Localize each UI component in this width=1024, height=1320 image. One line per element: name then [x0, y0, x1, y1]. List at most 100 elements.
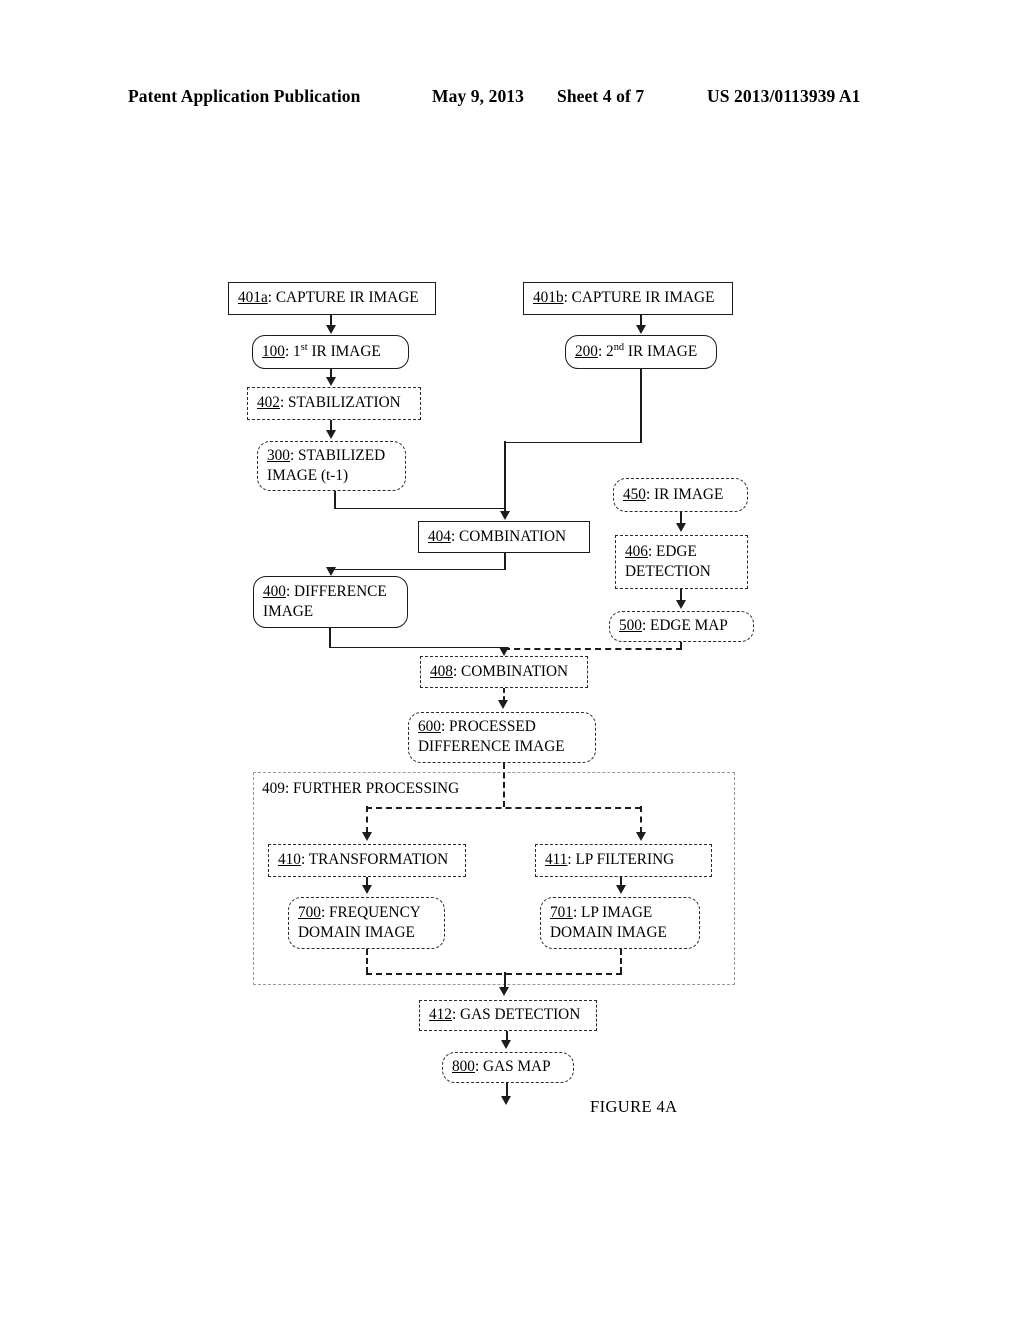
arrowhead-409-to-410	[362, 832, 372, 841]
node-701-lp-image-domain-image[interactable]: 701: LP IMAGE DOMAIN IMAGE	[540, 897, 700, 949]
figure-caption: FIGURE 4A	[590, 1097, 678, 1116]
node-text-400-line2: IMAGE	[263, 602, 314, 620]
node-text-600-line1: : PROCESSED	[440, 718, 536, 736]
node-ref-450: 450	[623, 485, 646, 503]
node-text-412: : GAS DETECTION	[451, 1006, 581, 1024]
connector-404-left	[329, 568, 506, 571]
node-ref-410: 410	[278, 851, 301, 869]
node-text-409: : FURTHER PROCESSING	[284, 780, 460, 797]
node-404-combination[interactable]: 404: COMBINATION	[418, 521, 590, 553]
arrowhead-800-output	[501, 1096, 512, 1105]
connector-300-down	[334, 491, 336, 509]
node-ref-401b: 401b	[533, 289, 564, 307]
arrowhead-into-404	[500, 511, 511, 520]
node-text-450: : IR IMAGE	[645, 485, 724, 503]
node-600-processed-difference-image[interactable]: 600: PROCESSED DIFFERENCE IMAGE	[408, 712, 596, 763]
node-text-300-line1: : STABILIZED	[289, 446, 386, 464]
node-450-ir-image[interactable]: 450: IR IMAGE	[613, 478, 748, 512]
node-ref-409: 409	[262, 780, 285, 797]
connector-400-right	[329, 646, 506, 649]
node-408-combination[interactable]: 408: COMBINATION	[420, 656, 588, 688]
connector-200-down	[640, 369, 642, 443]
node-401b-capture-ir-image[interactable]: 401b: CAPTURE IR IMAGE	[523, 282, 733, 315]
node-ref-800: 800	[452, 1058, 475, 1076]
arrowhead-409-to-411	[636, 832, 646, 841]
node-text-401a: : CAPTURE IR IMAGE	[267, 289, 419, 307]
node-text-402: : STABILIZATION	[279, 394, 401, 412]
connector-409-to-410	[366, 806, 368, 833]
node-ref-100: 100	[262, 342, 285, 360]
node-406-edge-detection[interactable]: 406: EDGE DETECTION	[615, 535, 748, 589]
node-401a-capture-ir-image[interactable]: 401a: CAPTURE IR IMAGE	[228, 282, 436, 315]
connector-409-to-411	[640, 806, 642, 833]
node-400-difference-image[interactable]: 400: DIFFERENCE IMAGE	[253, 576, 408, 628]
node-text-701-line1: : LP IMAGE	[572, 903, 653, 921]
connector-409-split	[366, 806, 641, 809]
node-700-frequency-domain-image[interactable]: 700: FREQUENCY DOMAIN IMAGE	[288, 897, 445, 949]
node-ref-402: 402	[257, 394, 280, 412]
arrowhead-402-to-300	[325, 430, 336, 439]
arrowhead-412-to-800	[501, 1040, 512, 1049]
node-text-100: : 1st IR IMAGE	[284, 341, 381, 360]
arrowhead-450-to-406	[676, 523, 686, 532]
node-300-stabilized-image[interactable]: 300: STABILIZED IMAGE (t-1)	[257, 441, 406, 491]
connector-500-left	[504, 647, 682, 650]
node-text-410: : TRANSFORMATION	[300, 851, 449, 869]
node-text-600-line2: DIFFERENCE IMAGE	[418, 738, 565, 755]
connector-200-left	[504, 441, 642, 444]
node-text-200: : 2nd IR IMAGE	[597, 341, 698, 360]
node-ref-300: 300	[267, 446, 290, 464]
node-text-408: : COMBINATION	[452, 662, 569, 680]
node-text-404: : COMBINATION	[450, 527, 567, 545]
arrowhead-408-to-600	[498, 700, 509, 709]
connector-600-down	[503, 763, 505, 807]
node-402-stabilization[interactable]: 402: STABILIZATION	[247, 387, 421, 420]
node-text-500: : EDGE MAP	[641, 617, 728, 635]
node-ref-412: 412	[429, 1006, 452, 1024]
arrowhead-into-412	[499, 987, 510, 996]
node-ref-408: 408	[430, 662, 453, 680]
node-ref-700: 700	[298, 903, 321, 921]
node-ref-701: 701	[550, 903, 573, 921]
node-text-406-line2: DETECTION	[625, 562, 711, 580]
connector-700-down	[366, 949, 368, 973]
node-412-gas-detection[interactable]: 412: GAS DETECTION	[419, 1000, 597, 1031]
node-100-first-ir-image[interactable]: 100: 1st IR IMAGE	[252, 335, 409, 369]
connector-400-down	[329, 628, 331, 648]
node-ref-600: 600	[418, 718, 441, 736]
connector-701-down	[620, 949, 622, 973]
arrowhead-410-to-700	[362, 885, 372, 894]
arrowhead-406-to-500	[676, 600, 686, 609]
node-500-edge-map[interactable]: 500: EDGE MAP	[609, 611, 754, 642]
node-ref-401a: 401a	[238, 289, 268, 307]
node-200-second-ir-image[interactable]: 200: 2nd IR IMAGE	[565, 335, 717, 369]
node-410-transformation[interactable]: 410: TRANSFORMATION	[268, 844, 466, 877]
node-text-400-line1: : DIFFERENCE	[285, 582, 387, 600]
node-text-411: : LP FILTERING	[567, 851, 675, 869]
node-text-800: : GAS MAP	[474, 1058, 551, 1076]
arrowhead-401a-to-100	[325, 325, 336, 334]
group-further-processing-label: 409: FURTHER PROCESSING	[262, 780, 459, 798]
node-text-700-line1: : FREQUENCY	[320, 903, 421, 921]
node-ref-404: 404	[428, 527, 451, 545]
connector-merge-700-701	[366, 972, 622, 975]
node-411-lp-filtering[interactable]: 411: LP FILTERING	[535, 844, 712, 877]
arrowhead-411-to-701	[616, 885, 626, 894]
connector-200-to-404	[504, 441, 506, 511]
arrowhead-100-to-402	[325, 377, 336, 386]
arrowhead-into-400	[325, 567, 336, 576]
node-ref-400: 400	[263, 582, 286, 600]
node-ref-500: 500	[619, 617, 642, 635]
node-ref-411: 411	[545, 851, 568, 869]
node-800-gas-map[interactable]: 800: GAS MAP	[442, 1052, 574, 1083]
node-text-401b: : CAPTURE IR IMAGE	[563, 289, 715, 307]
node-text-700-line2: DOMAIN IMAGE	[298, 923, 415, 941]
node-text-406-line1: : EDGE	[647, 542, 697, 560]
node-text-701-line2: DOMAIN IMAGE	[550, 923, 667, 941]
node-ref-406: 406	[625, 542, 648, 560]
group-further-processing	[253, 772, 735, 985]
flowchart-figure-4a: 409: FURTHER PROCESSING 401a: CAPTURE IR…	[0, 0, 1024, 1320]
node-ref-200: 200	[575, 342, 598, 360]
connector-300-right	[334, 507, 506, 510]
arrowhead-401b-to-200	[635, 325, 646, 334]
